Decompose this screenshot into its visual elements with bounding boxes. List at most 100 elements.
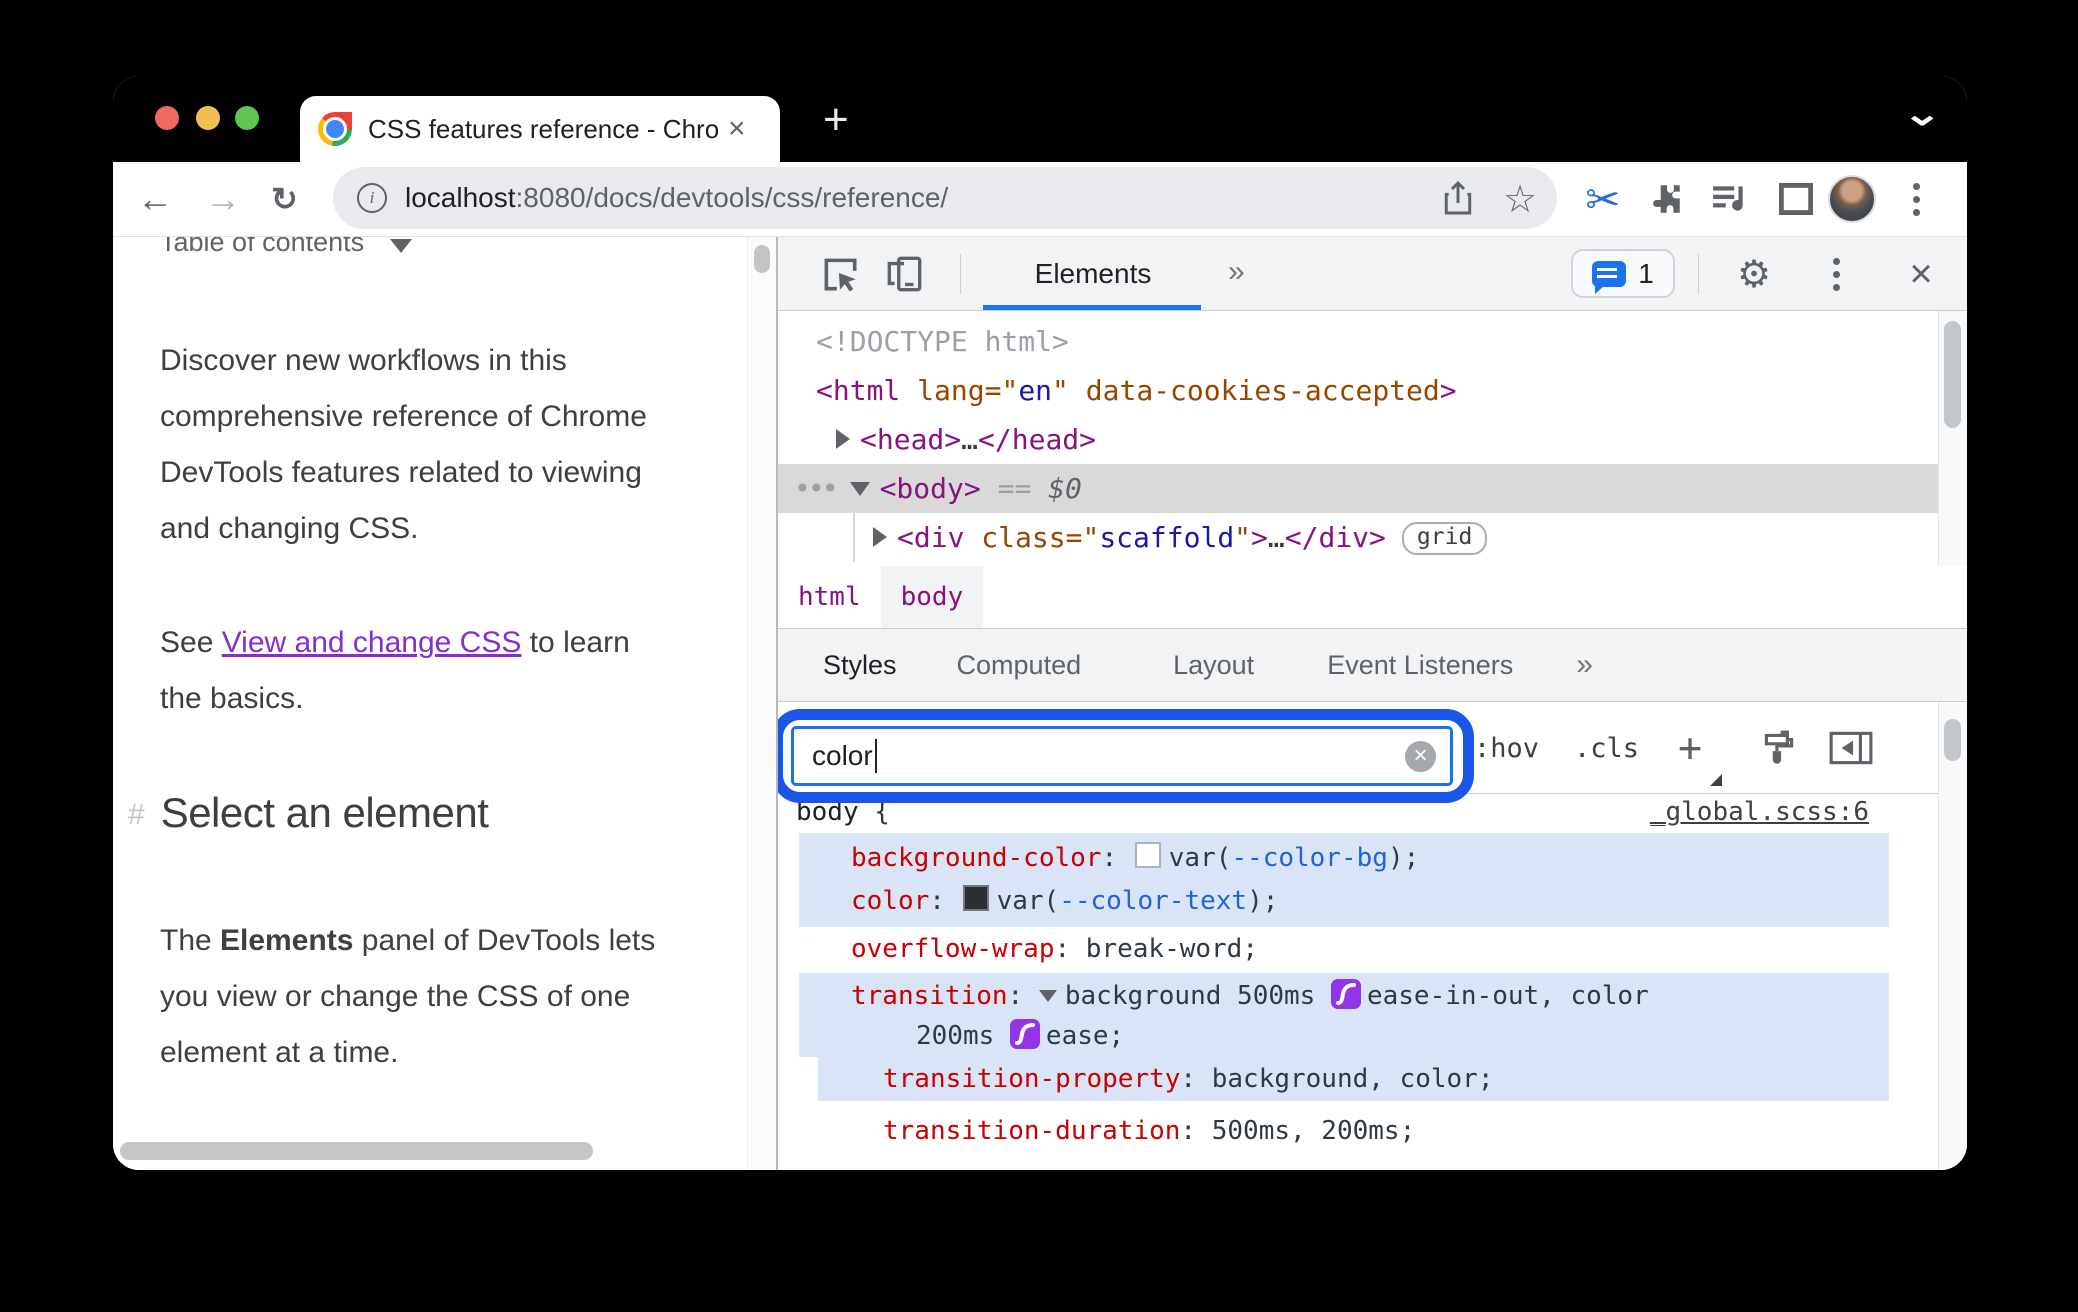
view-and-change-css-link[interactable]: View and change CSS: [222, 626, 522, 659]
traffic-close-button[interactable]: [155, 106, 179, 130]
breadcrumb-body[interactable]: body: [880, 566, 984, 628]
code-token: :: [1007, 981, 1039, 1011]
paragraph-line: and changing CSS.: [160, 512, 419, 545]
code-token: class=: [964, 521, 1083, 554]
breadcrumb-html[interactable]: html: [778, 566, 881, 628]
tab-styles[interactable]: Styles: [823, 650, 897, 681]
more-tabs-chevron-icon[interactable]: »: [1576, 648, 1593, 682]
inspect-element-icon[interactable]: [814, 237, 866, 311]
code-token: </div>: [1284, 521, 1386, 554]
device-toolbar-icon[interactable]: [878, 237, 930, 311]
page-vertical-scrollbar[interactable]: [747, 237, 776, 1170]
tab-close-icon[interactable]: ×: [728, 114, 746, 144]
scissors-extension-icon[interactable]: ✂: [1578, 162, 1628, 236]
browser-menu-icon[interactable]: [1891, 162, 1941, 236]
extensions-puzzle-icon[interactable]: [1641, 162, 1691, 236]
reload-button[interactable]: ↻: [271, 162, 298, 236]
table-of-contents-toggle[interactable]: Table of contents: [160, 237, 413, 258]
dom-node-html[interactable]: <html lang="en" data-cookies-accepted>: [778, 366, 1967, 415]
code-token: …: [1267, 521, 1285, 554]
paragraph-line: Discover new workflows in this: [160, 344, 567, 377]
sidebar-tab-bar: Styles Computed Layout Event Listeners »: [778, 628, 1967, 702]
dom-node-body-selected[interactable]: ••• <body> == $0: [778, 464, 1938, 513]
paragraph-line: comprehensive reference of Chrome: [160, 400, 647, 433]
site-info-icon[interactable]: i: [357, 183, 387, 213]
tab-search-chevron-icon[interactable]: ⌄: [1902, 94, 1942, 134]
code-token: :: [929, 886, 961, 916]
css-declaration-transition-duration[interactable]: transition-duration: 500ms, 200ms;: [778, 1109, 1938, 1153]
new-style-rule-button[interactable]: +: [1678, 702, 1702, 794]
clear-filter-icon[interactable]: ×: [1405, 740, 1436, 772]
styles-pane: body { _global.scss:6 background-color: …: [778, 794, 1938, 1170]
avatar: [1828, 175, 1876, 223]
tri-down-sm-icon[interactable]: [1038, 990, 1057, 1002]
dom-node-doctype[interactable]: <!DOCTYPE html>: [778, 317, 1967, 366]
css-declaration-transition-property[interactable]: transition-property: background, color;: [818, 1058, 1889, 1100]
devtools-menu-icon[interactable]: [1816, 237, 1856, 311]
side-panel-icon[interactable]: [1771, 162, 1821, 236]
code-token: lang=: [900, 374, 1002, 407]
dom-node-head[interactable]: <head>…</head>: [778, 415, 1967, 464]
browser-window: CSS features reference - Chron × + ⌄ ← →…: [113, 76, 1967, 1170]
code-token: );: [1247, 886, 1279, 916]
scrollbar-thumb[interactable]: [1944, 321, 1961, 428]
rendering-brush-icon[interactable]: [1758, 702, 1800, 794]
devtools-panel: Elements » 1 ⚙ × <!DOCTYPE html> <html l…: [776, 237, 1967, 1170]
scrollbar-thumb[interactable]: [1944, 719, 1961, 761]
tri-right-icon[interactable]: [836, 429, 850, 449]
chrome-favicon-icon: [318, 112, 352, 146]
tab-layout[interactable]: Layout: [1173, 650, 1254, 681]
styles-filter-input[interactable]: color ×: [791, 726, 1453, 786]
tab-elements[interactable]: Elements: [1018, 237, 1168, 311]
tri-right-icon[interactable]: [873, 527, 887, 547]
devtools-close-icon[interactable]: ×: [1896, 237, 1946, 311]
back-button[interactable]: ←: [137, 162, 173, 236]
styles-scrollbar[interactable]: [1938, 702, 1967, 1170]
traffic-minimize-button[interactable]: [196, 106, 220, 130]
address-bar[interactable]: i localhost:8080/docs/devtools/css/refer…: [333, 167, 1557, 229]
intro-paragraph: Discover new workflows in this comprehen…: [160, 333, 647, 557]
dom-scrollbar[interactable]: [1938, 311, 1967, 566]
dom-node-div-scaffold[interactable]: <div class="scaffold">…</div> grid: [778, 513, 1967, 562]
playlist-media-icon[interactable]: [1705, 162, 1755, 236]
css-declaration-transition[interactable]: transition: background 500ms ease-in-out…: [799, 975, 1889, 1017]
forward-button[interactable]: →: [205, 162, 241, 236]
scrollbar-thumb[interactable]: [754, 245, 770, 273]
share-button[interactable]: [1433, 162, 1483, 236]
heading-anchor-icon[interactable]: #: [128, 798, 145, 832]
horizontal-scrollbar-thumb[interactable]: [120, 1142, 593, 1160]
toolbar-divider: [960, 254, 961, 294]
url-text: localhost:8080/docs/devtools/css/referen…: [405, 182, 948, 214]
code-token: …: [961, 423, 979, 456]
css-declaration-transition-wrap[interactable]: 200ms ease;: [799, 1017, 1889, 1055]
tab-computed[interactable]: Computed: [957, 650, 1082, 681]
tri-down-icon[interactable]: [849, 482, 870, 496]
traffic-zoom-button[interactable]: [235, 106, 259, 130]
code-token: transition-duration: [883, 1116, 1181, 1146]
new-tab-button[interactable]: +: [823, 98, 849, 142]
css-declaration-color[interactable]: color: var(--color-text);: [799, 880, 1889, 923]
docs-page: Table of contents Discover new workflows…: [113, 237, 747, 1170]
browser-tab[interactable]: CSS features reference - Chron ×: [300, 96, 780, 162]
elements-paragraph: The Elements panel of DevTools lets you …: [160, 913, 655, 1081]
url-path: :8080/docs/devtools/css/reference/: [515, 182, 949, 213]
code-token: --color-text: [1059, 886, 1248, 916]
issues-counter-button[interactable]: 1: [1571, 249, 1675, 298]
settings-gear-icon[interactable]: ⚙: [1726, 237, 1782, 311]
more-panels-chevron-icon[interactable]: »: [1228, 237, 1245, 307]
bookmark-star-icon[interactable]: ☆: [1495, 162, 1545, 236]
toggle-hover-state-button[interactable]: :hov: [1474, 702, 1539, 794]
tab-event-listeners[interactable]: Event Listeners: [1327, 650, 1513, 681]
css-declaration-background-color[interactable]: background-color: var(--color-bg);: [799, 837, 1889, 880]
toolbar-divider: [1698, 254, 1699, 294]
code-token: var(: [996, 886, 1060, 916]
toggle-class-button[interactable]: .cls: [1574, 702, 1639, 794]
code-token: ease-in-out, color: [1366, 981, 1649, 1011]
profile-avatar[interactable]: [1827, 162, 1877, 236]
paragraph-line: you view or change the CSS of one: [160, 980, 631, 1013]
css-selector[interactable]: body {: [796, 794, 890, 830]
css-declaration-overflow-wrap[interactable]: overflow-wrap: break-word;: [778, 929, 1938, 969]
toggle-sidebar-icon[interactable]: [1828, 702, 1874, 794]
stylesheet-source-link[interactable]: _global.scss:6: [1650, 794, 1869, 830]
code-token: </head>: [978, 423, 1097, 456]
